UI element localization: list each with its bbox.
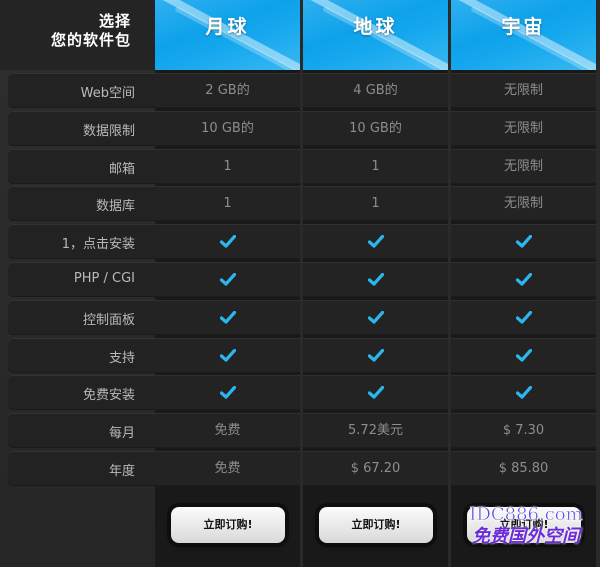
row-label-cell: PHP / CGI [8, 262, 155, 297]
row-label-cell: 数据库 [8, 186, 155, 221]
table-cell: 1 [155, 186, 300, 221]
table-cell: 无限制 [451, 186, 596, 221]
row-label-cell: 支持 [8, 338, 155, 373]
table-cell: 1 [155, 149, 300, 184]
checkmark-icon [155, 224, 300, 259]
table-row: 免费安装 [8, 375, 596, 410]
row-label: 每月 [108, 426, 135, 441]
table-row: 数据库 1 1 无限制 [8, 186, 596, 221]
table-row: 1，点击安装 [8, 224, 596, 259]
table-row: 控制面板 [8, 300, 596, 335]
row-label: 1，点击安装 [61, 237, 135, 252]
table-row: 每月 免费 5.72美元 $ 7.30 [8, 413, 596, 448]
checkmark-icon [303, 262, 448, 297]
row-label: 数据限制 [82, 124, 135, 139]
table-cell: 免费 [155, 451, 300, 486]
table-cell: $ 67.20 [303, 451, 448, 486]
checkmark-icon [451, 375, 596, 410]
order-now-button-universe[interactable]: 立即订购! [467, 507, 581, 543]
table-row: 邮箱 1 1 无限制 [8, 149, 596, 184]
row-label-cell: 年度 [8, 451, 155, 486]
table-cell: 2 GB的 [155, 73, 300, 108]
checkmark-icon [451, 262, 596, 297]
row-label: PHP / CGI [73, 271, 135, 286]
plan-name: 月球 [205, 16, 250, 38]
checkmark-icon [303, 375, 448, 410]
table-title: 选择 您的软件包 [0, 0, 155, 70]
row-label: 年度 [108, 464, 135, 479]
plan-header-moon: 月球 [155, 0, 300, 70]
checkmark-icon [451, 338, 596, 373]
row-label: 邮箱 [108, 162, 135, 177]
row-label-cell: 1，点击安装 [8, 224, 155, 259]
table-row: 数据限制 10 GB的 10 GB的 无限制 [8, 111, 596, 146]
order-now-button-moon[interactable]: 立即订购! [171, 507, 285, 543]
order-now-button-earth[interactable]: 立即订购! [319, 507, 433, 543]
checkmark-icon [155, 375, 300, 410]
row-label: 免费安装 [82, 388, 135, 403]
row-label: Web空间 [80, 86, 135, 101]
row-label-cell: 控制面板 [8, 300, 155, 335]
table-row: 年度 免费 $ 67.20 $ 85.80 [8, 451, 596, 486]
table-title-line1: 选择 [98, 12, 131, 30]
table-cell: 无限制 [451, 111, 596, 146]
checkmark-icon [303, 224, 448, 259]
plan-name: 地球 [353, 16, 398, 38]
table-cell: 10 GB的 [155, 111, 300, 146]
row-label: 数据库 [95, 199, 135, 214]
row-label-cell: Web空间 [8, 73, 155, 108]
table-cell: 无限制 [451, 149, 596, 184]
table-row: 支持 [8, 338, 596, 373]
checkmark-icon [451, 224, 596, 259]
table-cell: 10 GB的 [303, 111, 448, 146]
checkmark-icon [451, 300, 596, 335]
plan-name: 宇宙 [501, 16, 546, 38]
row-label-cell: 数据限制 [8, 111, 155, 146]
table-cell: 无限制 [451, 73, 596, 108]
checkmark-icon [155, 300, 300, 335]
table-row: Web空间 2 GB的 4 GB的 无限制 [8, 73, 596, 108]
table-cell: 免费 [155, 413, 300, 448]
plan-header-earth: 地球 [303, 0, 448, 70]
table-cell: 1 [303, 149, 448, 184]
row-label: 支持 [108, 351, 135, 366]
row-label-cell: 每月 [8, 413, 155, 448]
row-label: 控制面板 [82, 313, 135, 328]
checkmark-icon [155, 262, 300, 297]
table-cell: $ 85.80 [451, 451, 596, 486]
table-cell: 4 GB的 [303, 73, 448, 108]
row-label-cell: 免费安装 [8, 375, 155, 410]
checkmark-icon [155, 338, 300, 373]
checkmark-icon [303, 338, 448, 373]
checkmark-icon [303, 300, 448, 335]
row-label-cell: 邮箱 [8, 149, 155, 184]
table-cell: 1 [303, 186, 448, 221]
plan-header-universe: 宇宙 [451, 0, 596, 70]
table-cell: 5.72美元 [303, 413, 448, 448]
table-cell: $ 7.30 [451, 413, 596, 448]
table-title-line2: 您的软件包 [50, 31, 131, 49]
table-row: PHP / CGI [8, 262, 596, 297]
